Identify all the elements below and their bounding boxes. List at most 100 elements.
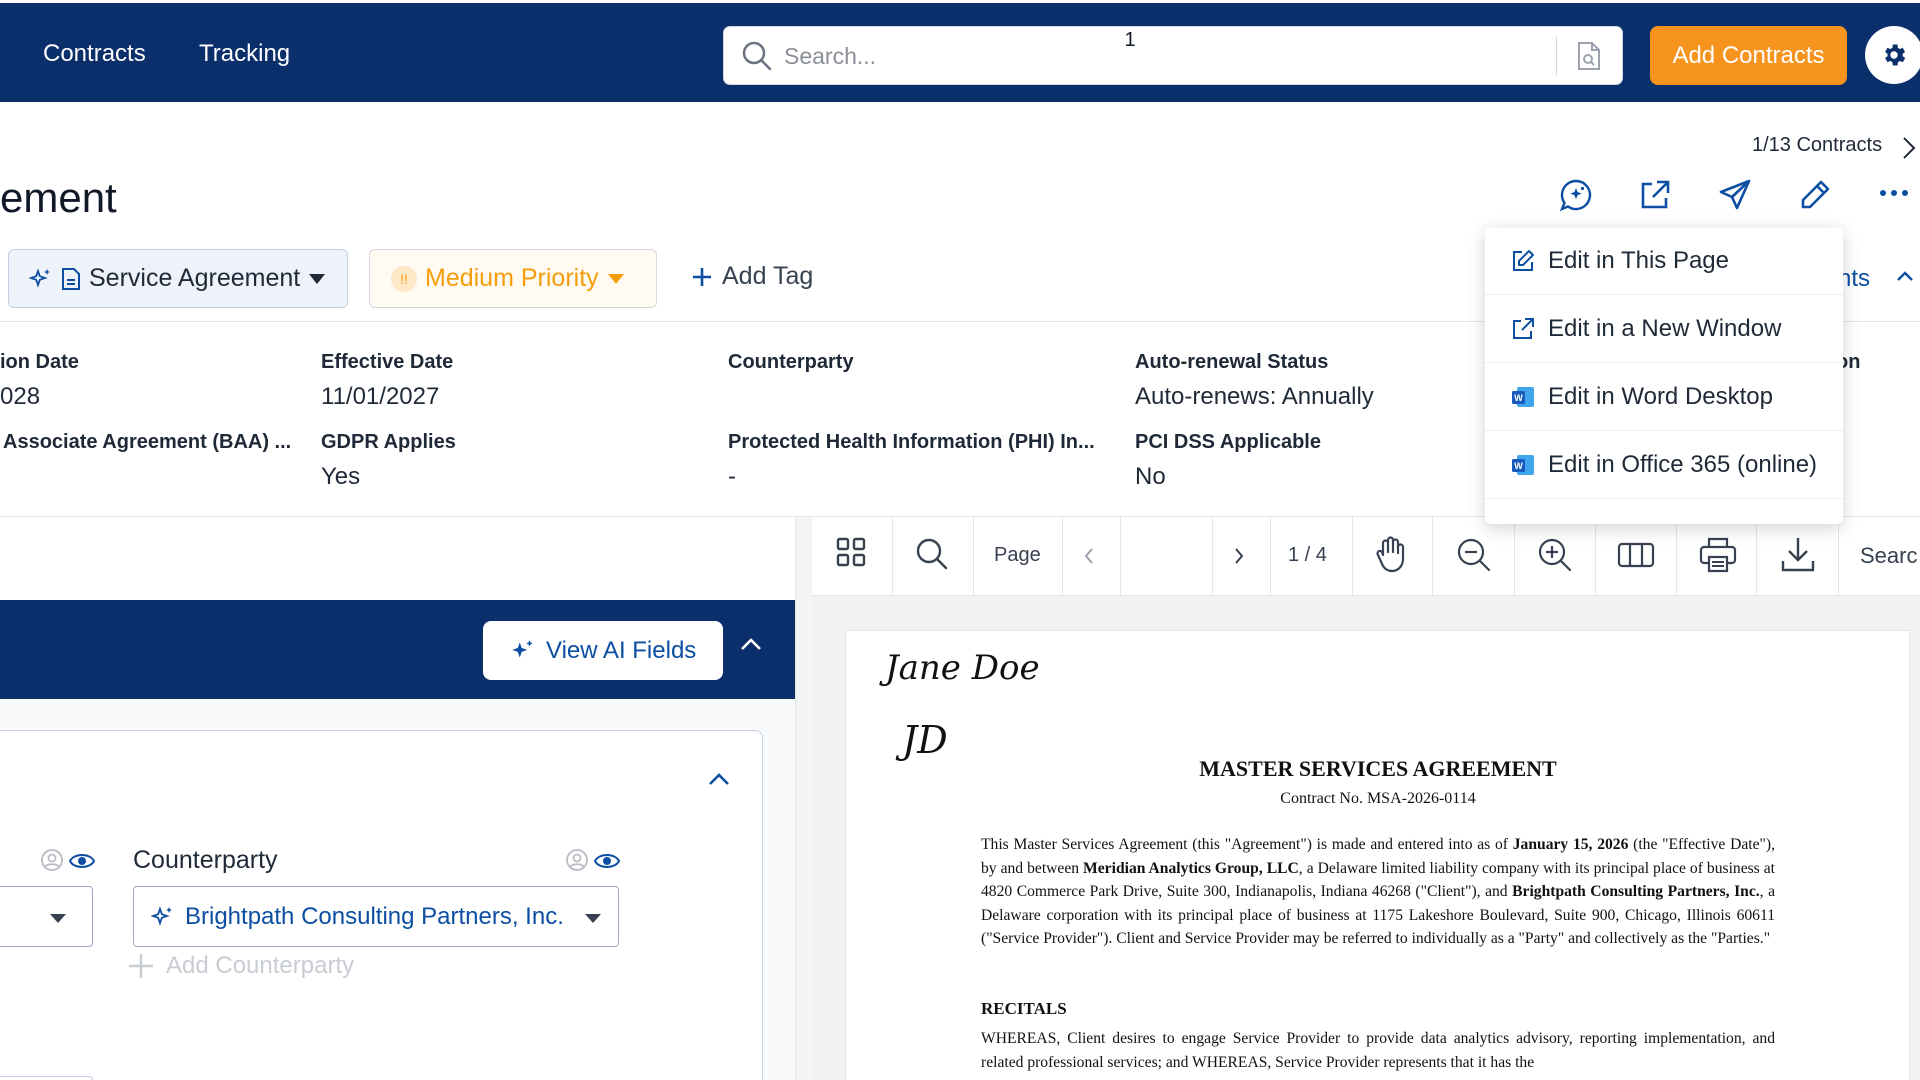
- recitals-paragraph: WHEREAS, Client desires to engage Servic…: [981, 1030, 1775, 1071]
- ai-chat-icon[interactable]: [1559, 178, 1593, 212]
- word-icon: W: [1511, 385, 1535, 409]
- counterparty-field-label: Counterparty: [133, 846, 278, 874]
- document-paragraph: This Master Services Agreement (this "Ag…: [981, 836, 1775, 948]
- menu-item-label: Edit in Word Desktop: [1548, 383, 1773, 410]
- more-options-icon[interactable]: [1878, 188, 1910, 198]
- counterparty-select[interactable]: Brightpath Consulting Partners, Inc.: [133, 886, 619, 947]
- toolbar-separator: [1756, 517, 1757, 596]
- settings-button[interactable]: [1865, 26, 1920, 84]
- thumbnails-grid-icon[interactable]: [836, 537, 866, 567]
- edit-square-icon: [1511, 249, 1535, 273]
- add-contracts-button[interactable]: Add Contracts: [1650, 26, 1847, 85]
- menu-item-edit-office-365[interactable]: W Edit in Office 365 (online): [1485, 432, 1843, 499]
- field-value-gdpr: Yes: [321, 463, 361, 490]
- caret-down-icon: [584, 913, 602, 924]
- send-icon[interactable]: [1718, 178, 1752, 212]
- contract-type-label: Service Agreement: [89, 264, 301, 292]
- card-collapse-chevron-icon[interactable]: [708, 772, 730, 786]
- caret-down-icon: [308, 273, 326, 285]
- field-value-expiration-date: 028: [0, 383, 41, 410]
- plus-icon: [128, 953, 154, 979]
- signature-name: Jane Doe: [885, 648, 1040, 688]
- menu-item-edit-new-window[interactable]: Edit in a New Window: [1485, 296, 1843, 363]
- toolbar-separator: [1212, 517, 1213, 596]
- field-select[interactable]: [0, 886, 93, 947]
- field-value-effective-date: 11/01/2027: [321, 383, 440, 410]
- add-counterparty-label: Add Counterparty: [166, 952, 355, 979]
- add-tag-label: Add Tag: [722, 262, 814, 290]
- document-search-icon[interactable]: [1576, 41, 1602, 71]
- field-label-expiration-date: ion Date: [0, 351, 79, 373]
- next-page-chevron-icon[interactable]: [1234, 547, 1244, 565]
- toolbar-separator: [1270, 517, 1271, 596]
- panel-topbar: [0, 517, 795, 600]
- person-icon[interactable]: [565, 848, 589, 872]
- edit-options-menu: Edit in This Page Edit in a New Window W…: [1485, 228, 1843, 524]
- document-title: MASTER SERVICES AGREEMENT: [1199, 756, 1557, 781]
- previous-page-chevron-icon[interactable]: [1084, 547, 1094, 565]
- toolbar-separator: [1838, 517, 1839, 596]
- pan-hand-icon[interactable]: [1374, 535, 1408, 573]
- panel-splitter[interactable]: [795, 517, 812, 1080]
- menu-item-label: Edit in This Page: [1548, 247, 1729, 274]
- field-value-auto-renewal: Auto-renews: Annually: [1135, 383, 1374, 410]
- zoom-out-icon[interactable]: [1456, 537, 1492, 573]
- menu-item-label: Edit in a New Window: [1548, 315, 1782, 342]
- toolbar-separator: [1595, 517, 1596, 596]
- view-ai-fields-button[interactable]: View AI Fields: [483, 621, 723, 680]
- menu-item-edit-word-desktop[interactable]: W Edit in Word Desktop: [1485, 364, 1843, 431]
- caret-down-icon: [607, 273, 625, 285]
- eye-icon[interactable]: [69, 852, 95, 870]
- top-nav-bar: Contracts Tracking Add Contracts: [0, 3, 1920, 102]
- page-title: ement: [0, 174, 117, 221]
- toolbar-separator: [1676, 517, 1677, 596]
- add-counterparty-button[interactable]: Add Counterparty: [128, 952, 354, 980]
- field-label-pci-dss: PCI DSS Applicable: [1135, 431, 1321, 453]
- toolbar-separator: [1352, 517, 1353, 596]
- field-label-gdpr: GDPR Applies: [321, 431, 456, 453]
- field-label-baa: Associate Agreement (BAA) ...: [3, 431, 292, 453]
- toolbar-separator: [892, 517, 893, 596]
- field-label-phi: Protected Health Information (PHI) In...: [728, 431, 1095, 453]
- zoom-in-icon[interactable]: [1537, 537, 1573, 573]
- contract-number: Contract No. MSA-2026-0114: [1280, 790, 1476, 807]
- menu-item-label: Edit in Office 365 (online): [1548, 451, 1818, 478]
- download-icon[interactable]: [1780, 535, 1816, 573]
- eye-icon[interactable]: [594, 852, 620, 870]
- nav-tracking[interactable]: Tracking: [199, 40, 290, 68]
- recitals-heading: RECITALS: [981, 999, 1067, 1018]
- collapse-chevron-up-icon[interactable]: [740, 637, 762, 651]
- page-number-input[interactable]: [1100, 26, 1160, 54]
- svg-text:W: W: [1514, 393, 1523, 403]
- add-tag-button[interactable]: Add Tag: [692, 262, 813, 291]
- ai-sparkle-icon: [510, 638, 536, 664]
- viewer-search-label[interactable]: Searc: [1860, 543, 1917, 569]
- gear-icon: [1880, 41, 1908, 69]
- priority-dropdown[interactable]: !! Medium Priority: [369, 249, 657, 308]
- caret-down-icon: [49, 913, 67, 924]
- field-select[interactable]: [0, 1076, 93, 1080]
- next-contract-chevron-icon[interactable]: [1902, 136, 1916, 160]
- person-icon[interactable]: [40, 848, 64, 872]
- open-external-icon[interactable]: [1638, 178, 1672, 212]
- nav-contracts[interactable]: Contracts: [43, 40, 146, 68]
- page-label: Page: [994, 544, 1041, 566]
- contract-type-dropdown[interactable]: Service Agreement: [8, 249, 348, 308]
- view-ai-fields-label: View AI Fields: [546, 636, 697, 664]
- chevron-up-icon[interactable]: [1896, 270, 1914, 282]
- search-bar[interactable]: [723, 26, 1623, 85]
- page-total: 1 / 4: [1288, 544, 1327, 566]
- field-label-counterparty: Counterparty: [728, 351, 854, 373]
- search-icon[interactable]: [915, 537, 949, 571]
- plus-icon: [692, 267, 712, 287]
- menu-item-edit-this-page[interactable]: Edit in This Page: [1485, 228, 1843, 295]
- field-label-effective-date: Effective Date: [321, 351, 454, 373]
- search-icon: [741, 40, 773, 72]
- pdf-viewer-toolbar: Page 1 / 4 Searc: [812, 517, 1920, 596]
- split-view-icon[interactable]: [1617, 541, 1655, 569]
- field-label-auto-renewal: Auto-renewal Status: [1135, 351, 1329, 373]
- field-value-pci-dss: No: [1135, 463, 1166, 490]
- edit-pencil-icon[interactable]: [1798, 178, 1832, 212]
- toolbar-separator: [1514, 517, 1515, 596]
- print-icon[interactable]: [1698, 535, 1738, 575]
